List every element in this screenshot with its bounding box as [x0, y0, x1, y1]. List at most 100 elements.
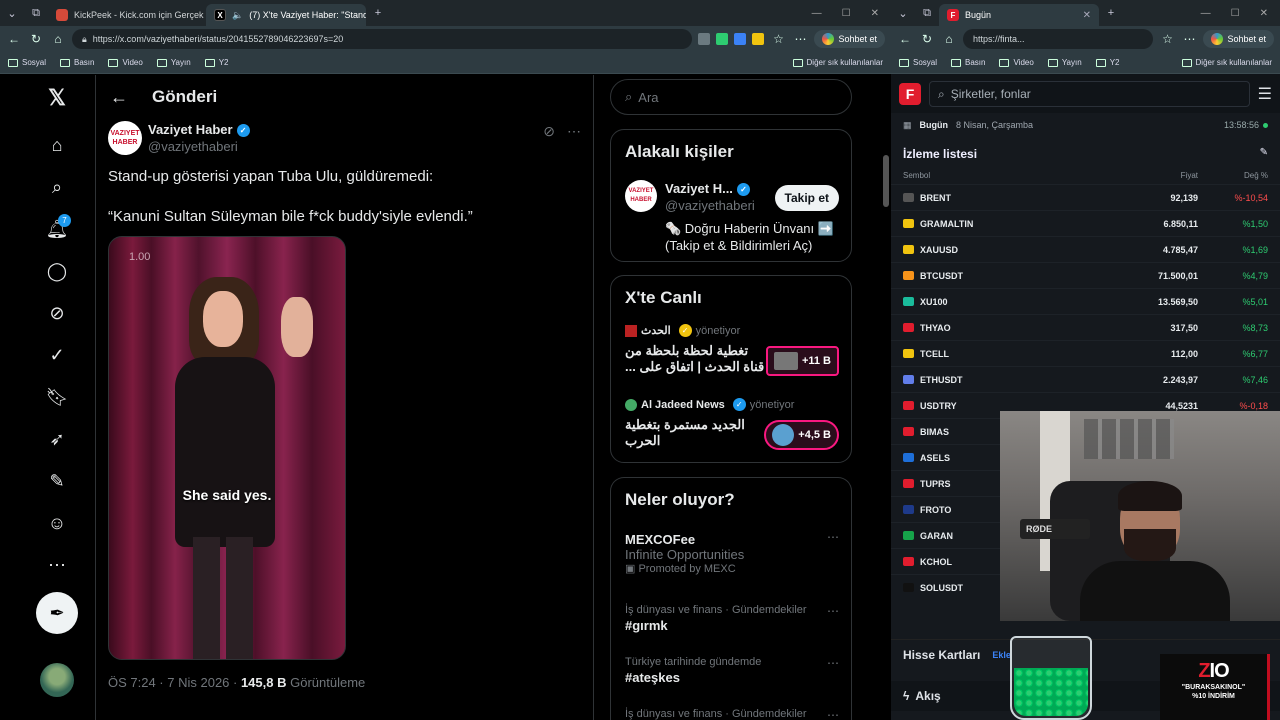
promoted-trend[interactable]: MEXCOFee Infinite Opportunities ▣ Promot…	[625, 530, 839, 575]
watchlist-row[interactable]: THYAO 317,50 %8,73	[891, 314, 1280, 340]
copilot-button[interactable]: Sohbet et	[1203, 30, 1274, 48]
col-header[interactable]: Fiyat	[1118, 171, 1198, 180]
other-bookmarks[interactable]: Diğer sık kullanılanlar	[1181, 58, 1272, 67]
watchlist-row[interactable]: XU100 13.569,50 %5,01	[891, 288, 1280, 314]
back-icon[interactable]: ←	[897, 32, 913, 46]
bookmark-folder[interactable]: Video	[108, 58, 143, 67]
hamburger-menu-icon[interactable]: ☰	[1258, 84, 1272, 104]
back-icon[interactable]: ←	[6, 32, 22, 46]
follow-button[interactable]: Takip et	[774, 185, 839, 211]
watchlist-row[interactable]: GRAMALTIN 6.850,11 %1,50	[891, 210, 1280, 236]
author-name[interactable]: Vaziyet Haber ✓	[148, 122, 250, 138]
home-icon[interactable]: ⌂	[50, 32, 66, 46]
col-header[interactable]: Sembol	[903, 171, 1118, 180]
profile-icon[interactable]: ☺	[44, 510, 70, 536]
extension-icon[interactable]	[716, 33, 729, 45]
live-item[interactable]: الحدث ✓ yönetiyor تغطية لحظة بلحظة من قناة…	[625, 324, 839, 388]
search-input[interactable]: ⌕ Şirketler, fonlar	[929, 81, 1250, 107]
refresh-icon[interactable]: ↻	[919, 32, 935, 46]
bookmark-folder[interactable]: Sosyal	[8, 58, 46, 67]
close-tab-icon[interactable]: ✕	[1083, 10, 1091, 21]
x-logo-icon[interactable]: 𝕏	[44, 85, 70, 111]
tab-x-post[interactable]: X 🔈 (7) X'te Vaziyet Haber: "Stand- ✕	[206, 4, 366, 26]
more-icon[interactable]: ⋯	[567, 123, 581, 140]
close-window-icon[interactable]: ✕	[871, 8, 879, 19]
author-handle[interactable]: @vaziyethaberi	[148, 139, 238, 154]
url-field[interactable]: https://finta...	[963, 29, 1154, 49]
tweet-timestamp[interactable]: ÖS 7:24 · 7 Nis 2026 ·	[108, 675, 241, 690]
tab-bugun[interactable]: F Bugün ✕	[939, 4, 1099, 26]
url-field[interactable]: 🔒︎ https://x.com/vaziyethaberi/status/20…	[72, 29, 693, 49]
tweet-video[interactable]: 1.00 She said yes.	[108, 236, 346, 660]
home-icon[interactable]: ⌂	[941, 32, 957, 46]
bookmarks-icon[interactable]: 🔖︎	[44, 384, 70, 410]
scrollbar[interactable]	[883, 155, 889, 207]
speaker-icon[interactable]: 🔈	[232, 10, 243, 21]
maximize-icon[interactable]: ☐	[1231, 8, 1240, 19]
other-bookmarks[interactable]: Diğer sık kullanılanlar	[792, 58, 883, 67]
bookmark-folder[interactable]: Yayın	[156, 58, 191, 67]
extension-icon[interactable]	[734, 33, 747, 45]
tab-kickpeek[interactable]: KickPeek - Kick.com için Gerçek Za ✕	[48, 4, 206, 26]
person-name[interactable]: Vaziyet H... ✓	[665, 181, 750, 197]
new-tab-icon[interactable]: +	[366, 7, 390, 19]
trend-item[interactable]: Türkiye tarihinde gündemde #ateşkes ⋯	[625, 656, 839, 685]
trend-item[interactable]: İş dünyası ve finans · Gündemdekiler ⋯	[625, 708, 839, 720]
articles-icon[interactable]: ✎	[44, 468, 70, 494]
col-header[interactable]: Değ %	[1198, 171, 1268, 180]
add-link[interactable]: Ekle	[992, 650, 1011, 660]
minimize-icon[interactable]: —	[1201, 8, 1211, 19]
tab-menu-icon[interactable]: ⌄	[0, 7, 24, 20]
live-listeners[interactable]: +11 B	[765, 346, 839, 376]
author-avatar[interactable]: VAZIYET HABER	[625, 180, 657, 212]
more-icon[interactable]: ⋯	[792, 32, 808, 46]
favorites-icon[interactable]: ☆	[1159, 32, 1175, 46]
watchlist-row[interactable]: TCELL 112,00 %6,77	[891, 340, 1280, 366]
copilot-button[interactable]: Sohbet et	[814, 30, 885, 48]
minimize-icon[interactable]: —	[812, 8, 822, 19]
fintables-logo[interactable]: F	[899, 83, 921, 105]
more-icon[interactable]: ⋯	[827, 530, 839, 544]
jobs-icon[interactable]: ➶	[44, 426, 70, 452]
bookmark-folder[interactable]: Y2	[204, 58, 228, 67]
extension-icon[interactable]	[752, 33, 765, 45]
avatar[interactable]	[40, 663, 74, 697]
workspaces-icon[interactable]: ⧉	[915, 7, 939, 20]
close-window-icon[interactable]: ✕	[1260, 8, 1268, 19]
more-icon[interactable]: ⋯	[44, 552, 70, 578]
live-listeners[interactable]: +4,5 B	[764, 420, 839, 450]
bookmark-folder[interactable]: Video	[999, 58, 1034, 67]
more-icon[interactable]: ⋯	[827, 604, 839, 618]
refresh-icon[interactable]: ↻	[28, 32, 44, 46]
premium-icon[interactable]: ✓	[44, 342, 70, 368]
messages-icon[interactable]: ◯	[44, 258, 70, 284]
search-input[interactable]: ⌕ Ara	[610, 79, 852, 115]
more-icon[interactable]: ⋯	[827, 708, 839, 720]
grok-icon[interactable]: ⊘	[543, 123, 555, 140]
explore-icon[interactable]: ⌕	[44, 174, 70, 200]
back-arrow-icon[interactable]: ←	[110, 87, 128, 108]
more-icon[interactable]: ⋯	[827, 656, 839, 670]
watchlist-row[interactable]: XAUUSD 4.785,47 %1,69	[891, 236, 1280, 262]
favorites-icon[interactable]: ☆	[770, 32, 786, 46]
bookmark-folder[interactable]: Basın	[951, 58, 985, 67]
edit-icon[interactable]: ✎	[1260, 147, 1268, 161]
bookmark-folder[interactable]: Y2	[1095, 58, 1119, 67]
bookmark-folder[interactable]: Sosyal	[899, 58, 937, 67]
home-icon[interactable]: ⌂	[44, 132, 70, 158]
more-icon[interactable]: ⋯	[1181, 32, 1197, 46]
workspaces-icon[interactable]: ⧉	[24, 7, 48, 20]
author-avatar[interactable]: VAZIYET HABER	[108, 121, 142, 155]
trend-item[interactable]: İş dünyası ve finans · Gündemdekiler #gı…	[625, 604, 839, 633]
bookmark-folder[interactable]: Yayın	[1047, 58, 1082, 67]
extension-icon[interactable]	[698, 33, 711, 45]
compose-post-button[interactable]: ✒	[36, 592, 78, 634]
tab-menu-icon[interactable]: ⌄	[891, 7, 915, 20]
new-tab-icon[interactable]: +	[1099, 7, 1123, 19]
today-label[interactable]: Bugün	[920, 120, 949, 130]
maximize-icon[interactable]: ☐	[842, 8, 851, 19]
bookmark-folder[interactable]: Basın	[60, 58, 94, 67]
grok-icon[interactable]: ⊘	[44, 300, 70, 326]
watchlist-row[interactable]: BTCUSDT 71.500,01 %4,79	[891, 262, 1280, 288]
live-item[interactable]: Al Jadeed News ✓ yönetiyor الجديد مستمرة ب…	[625, 398, 839, 462]
